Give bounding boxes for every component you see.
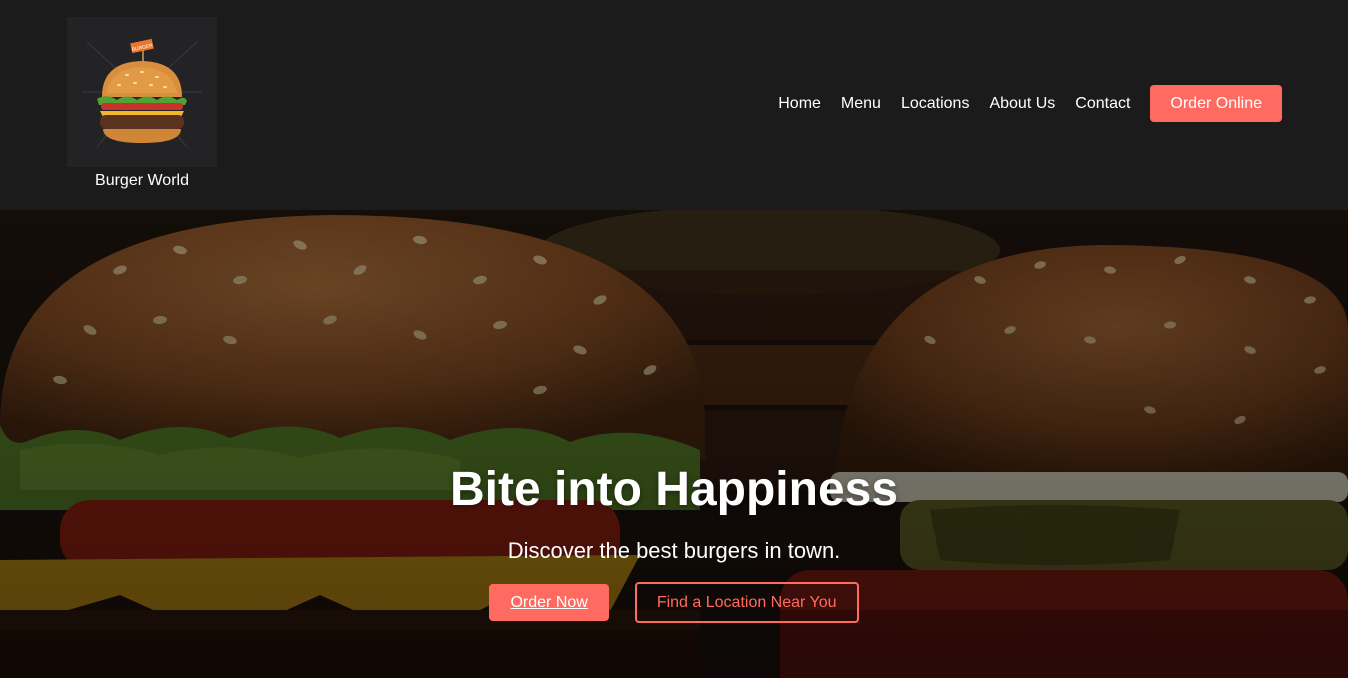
nav-home[interactable]: Home <box>778 85 821 122</box>
burger-logo-icon[interactable]: BURGER <box>67 17 217 167</box>
hero-buttons: Order Now Find a Location Near You <box>0 582 1348 623</box>
hero-content: Bite into Happiness Discover the best bu… <box>0 462 1348 623</box>
hero-title: Bite into Happiness <box>449 463 899 516</box>
nav-locations[interactable]: Locations <box>901 85 970 122</box>
site-header: BURGER Burger World Home Menu Locations … <box>0 0 1348 210</box>
brand-name[interactable]: Burger World <box>67 172 217 190</box>
nav-about-us[interactable]: About Us <box>989 85 1055 122</box>
nav-menu[interactable]: Menu <box>841 85 881 122</box>
order-online-button[interactable]: Order Online <box>1150 85 1282 122</box>
brand[interactable]: BURGER Burger World <box>67 17 217 190</box>
order-now-button[interactable]: Order Now <box>489 584 609 621</box>
nav-contact[interactable]: Contact <box>1075 85 1130 122</box>
hero-section: Bite into Happiness Discover the best bu… <box>0 210 1348 678</box>
hero-subtitle: Discover the best burgers in town. <box>507 538 841 563</box>
main-nav: Home Menu Locations About Us Contact Ord… <box>778 85 1282 122</box>
find-location-button[interactable]: Find a Location Near You <box>634 582 859 623</box>
